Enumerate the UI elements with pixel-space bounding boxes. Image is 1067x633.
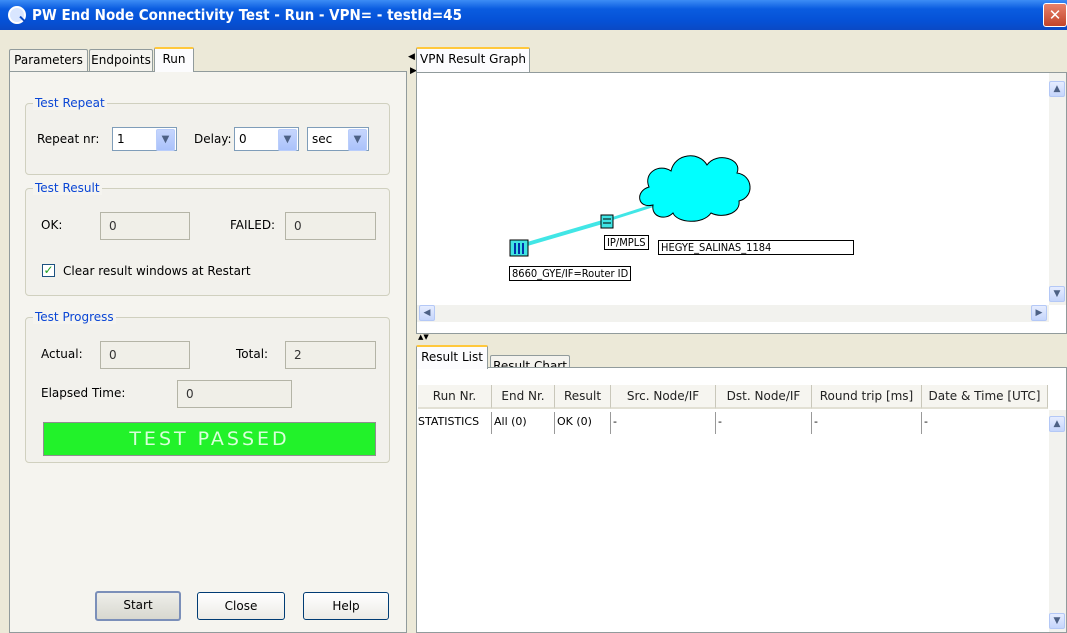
- actual-field: 0: [100, 341, 190, 369]
- failed-field: 0: [285, 212, 376, 240]
- repeat-value: 1: [117, 132, 125, 146]
- search-app-icon: [8, 6, 26, 24]
- delay-label: Delay:: [194, 132, 232, 146]
- link-ipmpls-cloud: [610, 203, 656, 221]
- column-end-nr[interactable]: End Nr.: [492, 385, 555, 409]
- test-status-banner: TEST PASSED: [43, 422, 376, 456]
- delay-value: 0: [239, 132, 247, 146]
- scroll-left-icon[interactable]: ◀: [419, 305, 435, 321]
- result-vertical-scrollbar[interactable]: ▲ ▼: [1049, 410, 1066, 632]
- column-result[interactable]: Result: [555, 385, 611, 409]
- cell-round-trip[interactable]: -: [812, 412, 922, 434]
- test-repeat-title: Test Repeat: [33, 96, 107, 110]
- title-bar: PW End Node Connectivity Test - Run - VP…: [0, 0, 1067, 30]
- ok-field: 0: [100, 212, 190, 240]
- ipmpls-node-icon[interactable]: [600, 214, 614, 229]
- chevron-down-icon[interactable]: ▼: [348, 129, 367, 151]
- ok-label: OK:: [41, 218, 63, 232]
- scroll-down-icon[interactable]: ▼: [1049, 286, 1065, 302]
- graph-horizontal-scrollbar[interactable]: ◀ ▶: [417, 305, 1049, 322]
- cell-result[interactable]: OK (0): [555, 412, 611, 434]
- delay-unit-value: sec: [312, 132, 333, 146]
- elapsed-value: 0: [186, 387, 194, 401]
- graph-vertical-scrollbar[interactable]: ▲ ▼: [1049, 73, 1066, 305]
- delay-unit-select[interactable]: sec ▼: [307, 127, 369, 151]
- close-window-button[interactable]: ✕: [1043, 3, 1067, 27]
- close-button[interactable]: Close: [197, 592, 285, 620]
- tab-run[interactable]: Run: [154, 47, 194, 72]
- router-node-label[interactable]: 8660_GYE/IF=Router ID: [509, 266, 632, 281]
- column-dst-node[interactable]: Dst. Node/IF: [716, 385, 812, 409]
- cell-date-time[interactable]: -: [922, 412, 1048, 434]
- column-round-trip[interactable]: Round trip [ms]: [812, 385, 922, 409]
- elapsed-label: Elapsed Time:: [41, 386, 126, 400]
- window-title: PW End Node Connectivity Test - Run - VP…: [32, 6, 462, 24]
- scroll-down-icon[interactable]: ▼: [1049, 613, 1065, 629]
- actual-label: Actual:: [41, 347, 83, 361]
- test-result-group: [25, 188, 390, 296]
- cell-end-nr[interactable]: All (0): [492, 412, 555, 434]
- repeat-select[interactable]: 1 ▼: [112, 127, 177, 151]
- chevron-down-icon[interactable]: ▼: [278, 129, 297, 151]
- failed-label: FAILED:: [230, 218, 276, 232]
- link-router-ipmpls: [516, 219, 607, 249]
- clear-results-label: Clear result windows at Restart: [63, 264, 251, 278]
- cell-dst-node[interactable]: -: [716, 412, 812, 434]
- total-label: Total:: [236, 347, 269, 361]
- ipmpls-node-label[interactable]: IP/MPLS: [604, 235, 649, 250]
- tab-parameters[interactable]: Parameters: [9, 49, 88, 71]
- total-value: 2: [294, 348, 302, 362]
- start-button[interactable]: Start: [95, 591, 181, 621]
- help-button[interactable]: Help: [303, 592, 389, 620]
- expand-up-icon[interactable]: ▲▼: [418, 333, 429, 341]
- cell-src-node[interactable]: -: [611, 412, 716, 434]
- column-date-time[interactable]: Date & Time [UTC]: [922, 385, 1048, 409]
- tab-endpoints[interactable]: Endpoints: [89, 49, 153, 71]
- elapsed-field: 0: [177, 380, 292, 408]
- horizontal-splitter[interactable]: ▲▼: [416, 333, 1067, 344]
- collapse-left-icon[interactable]: ◀: [408, 52, 415, 62]
- router-node-icon[interactable]: [509, 239, 529, 257]
- cell-run-nr[interactable]: STATISTICS: [416, 412, 492, 434]
- ok-value: 0: [109, 219, 117, 233]
- total-field: 2: [285, 341, 376, 369]
- scroll-up-icon[interactable]: ▲: [1049, 416, 1065, 432]
- scroll-up-icon[interactable]: ▲: [1049, 81, 1065, 97]
- cloud-icon[interactable]: [639, 155, 751, 222]
- scroll-right-icon[interactable]: ▶: [1031, 305, 1047, 321]
- test-result-title: Test Result: [33, 181, 102, 195]
- column-run-nr[interactable]: Run Nr.: [418, 385, 492, 409]
- failed-value: 0: [294, 219, 302, 233]
- chevron-down-icon[interactable]: ▼: [156, 129, 175, 151]
- cloud-node-label[interactable]: HEGYE_SALINAS_1184: [658, 240, 854, 255]
- vpn-graph-canvas[interactable]: IP/MPLS HEGYE_SALINAS_1184 8660_GYE/IF=R…: [416, 72, 1067, 334]
- delay-select[interactable]: 0 ▼: [234, 127, 299, 151]
- tab-result-list[interactable]: Result List: [416, 345, 488, 369]
- column-src-node[interactable]: Src. Node/IF: [611, 385, 716, 409]
- tab-vpn-result-graph[interactable]: VPN Result Graph: [416, 47, 530, 72]
- clear-results-checkbox[interactable]: ✓: [42, 264, 55, 277]
- test-progress-title: Test Progress: [33, 310, 116, 324]
- repeat-label: Repeat nr:: [37, 132, 100, 146]
- actual-value: 0: [109, 348, 117, 362]
